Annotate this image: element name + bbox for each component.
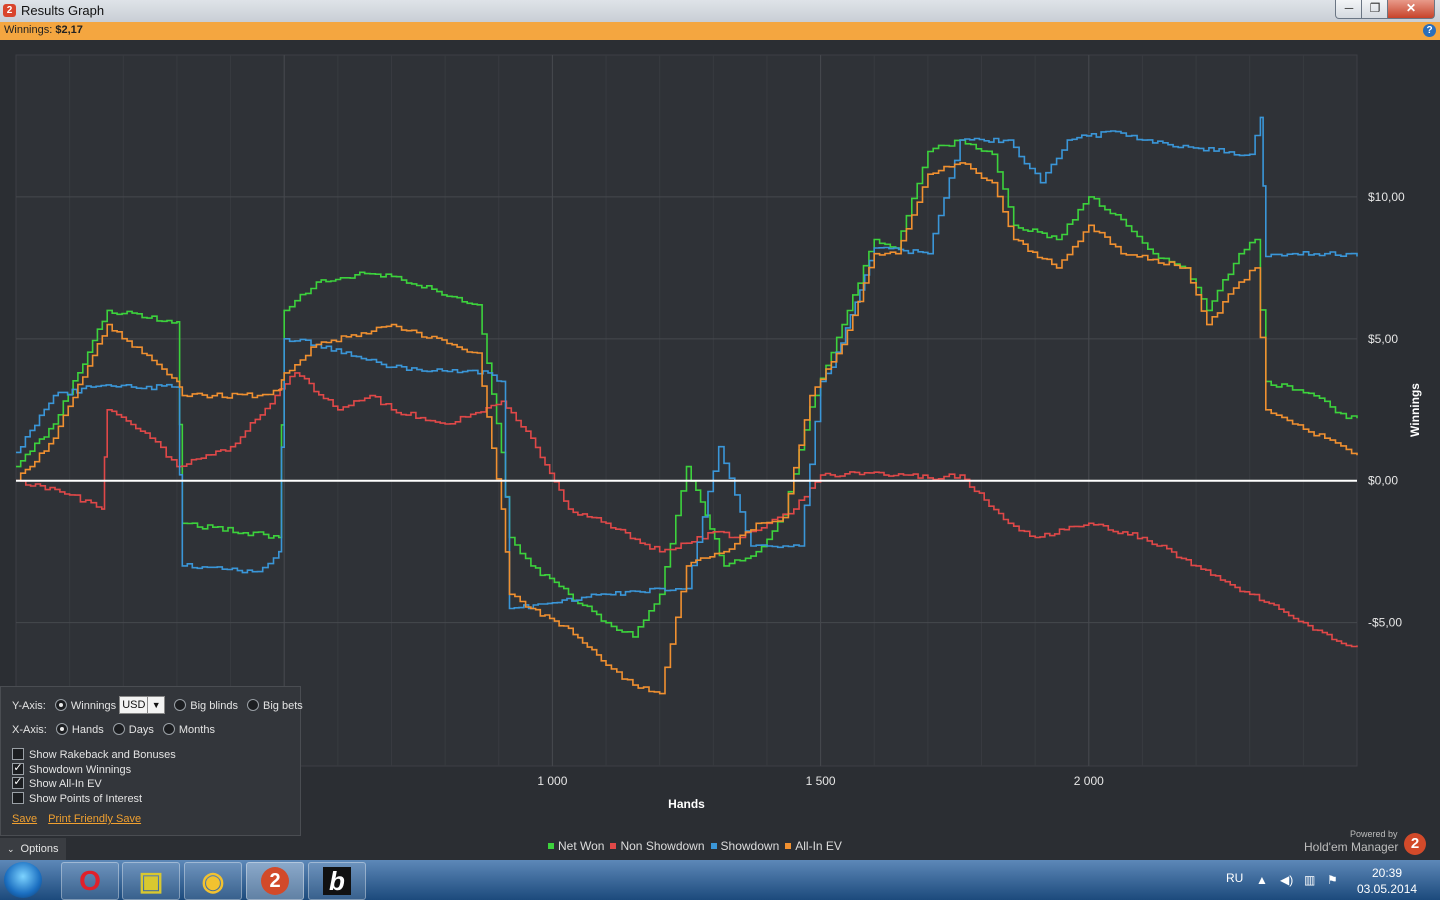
title-bar: 2 Results Graph ─ ❐ ✕ [0,0,1440,23]
legend-label: Non Showdown [620,839,705,853]
clock-date[interactable]: 03.05.2014 [1357,882,1417,896]
hem-logo-icon: 2 [1404,833,1426,855]
x-axis-months-radio[interactable] [162,723,175,736]
options-tab[interactable]: ⌄ Options [0,838,66,860]
showdown-label: Showdown Winnings [29,764,132,776]
points-label: Show Points of Interest [29,793,143,805]
volume-icon[interactable]: ◀) [1280,873,1293,887]
x-axis-months-label: Months [178,724,215,736]
allin-ev-option[interactable]: ✓ Show All-In EV [12,776,102,792]
hem2-app-icon: 2 [3,4,16,17]
chart-legend: Net Won Non Showdown Showdown All-In EV [548,839,848,853]
taskbar-holdem-manager[interactable]: 2 [246,862,304,900]
options-tab-label: Options [20,843,59,855]
legend-swatch [710,842,717,849]
print-friendly-save-link[interactable]: Print Friendly Save [48,813,141,825]
winnings-value: $2,17 [55,24,83,36]
y-tick-label: $5,00 [1368,332,1398,346]
y-axis-bigblinds-label: Big blinds [190,699,238,712]
network-icon[interactable]: ▥ [1304,873,1315,887]
y-axis-winnings-radio[interactable] [54,699,67,711]
close-button[interactable]: ✕ [1387,0,1435,19]
rakeback-label: Show Rakeback and Bonuses [29,749,176,761]
y-axis-winnings-label: Winnings [70,699,117,712]
options-panel: Y-Axis: Winnings USD ▼ Big blinds Big bet… [0,686,303,836]
winnings-label: Winnings: [4,24,53,36]
currency-value: USD [122,699,146,711]
x-tick-label: 2 000 [1074,774,1104,788]
save-link[interactable]: Save [12,813,37,825]
action-center-icon[interactable]: ⚑ [1327,873,1338,887]
points-checkbox[interactable] [12,792,24,805]
taskbar-messenger[interactable]: ◉ [184,862,242,900]
x-axis-days-radio[interactable] [112,723,125,736]
legend-item[interactable]: Non Showdown [610,839,705,853]
language-indicator[interactable]: RU [1226,871,1243,885]
y-axis-label: Y-Axis: [12,699,46,712]
holdem-manager-icon: 2 [261,867,289,895]
y-tick-label: $0,00 [1368,474,1398,488]
x-axis-hands-radio[interactable] [55,723,68,736]
legend-swatch [610,842,617,849]
x-tick-label: 1 000 [537,774,567,788]
x-tick-label: 1 500 [806,774,836,788]
powered-by-label: Powered by [1350,829,1398,839]
app-tile-icon: ▣ [138,866,164,896]
product-name: Hold'em Manager [1304,840,1399,854]
y-axis-bigbets-label: Big bets [263,699,303,712]
showdown-checkbox[interactable]: ✓ [12,763,24,776]
chevron-down-icon: ⌄ [7,844,15,854]
taskbar: O ▣ ◉ 2 b RU ▲ ◀) ▥ ⚑ 20:39 03.05.2014 [0,860,1440,900]
show-hidden-icons-icon[interactable]: ▲ [1256,873,1268,887]
rakeback-option[interactable]: Show Rakeback and Bonuses [12,747,176,763]
allin-ev-checkbox[interactable]: ✓ [12,777,24,790]
winnings-summary: Winnings: $2,17 [4,24,83,36]
x-axis-label: X-Axis: [12,724,47,736]
taskbar-app-tile[interactable]: ▣ [122,862,180,900]
opera-icon: O [79,865,101,896]
taskbar-opera[interactable]: O [61,862,119,900]
legend-swatch [548,842,554,849]
currency-select[interactable]: USD ▼ [119,696,166,714]
y-axis-row: Y-Axis: Winnings USD ▼ Big blinds Big bet… [12,696,303,714]
winnings-bar: Winnings: $2,17 ? [0,22,1440,40]
legend-label: All-In EV [795,839,842,853]
messenger-icon: ◉ [201,866,225,896]
x-axis-hands-label: Hands [71,724,104,736]
help-icon[interactable]: ? [1423,24,1436,37]
bodog-icon: b [323,867,351,895]
chevron-down-icon[interactable]: ▼ [147,697,164,713]
y-axis-bigblinds-radio[interactable] [174,699,187,711]
x-axis-days-label: Days [128,724,154,736]
legend-label: Net Won [558,839,605,853]
legend-item[interactable]: Net Won [548,839,604,853]
minimize-button[interactable]: ─ [1335,0,1363,19]
rakeback-checkbox[interactable] [12,748,24,761]
x-axis-title: Hands [668,797,705,811]
window-title: Results Graph [21,3,105,18]
legend-label: Showdown [720,839,780,853]
clock-time[interactable]: 20:39 [1357,866,1417,880]
y-axis-title: Winnings [1408,383,1422,437]
x-axis-row: X-Axis: Hands Days Months [12,722,215,738]
y-axis-bigbets-radio[interactable] [247,699,260,711]
maximize-button[interactable]: ❐ [1361,0,1389,19]
y-tick-label: $10,00 [1368,190,1405,204]
y-tick-label: -$5,00 [1368,616,1402,630]
plot-background [15,54,1358,767]
legend-swatch [785,842,792,849]
save-links: Save Print Friendly Save [12,811,149,827]
points-option[interactable]: Show Points of Interest [12,791,142,807]
allin-ev-label: Show All-In EV [29,778,102,790]
legend-item[interactable]: Showdown [710,839,780,853]
legend-item[interactable]: All-In EV [785,839,842,853]
taskbar-bodog[interactable]: b [308,862,366,900]
start-button[interactable] [4,862,42,898]
